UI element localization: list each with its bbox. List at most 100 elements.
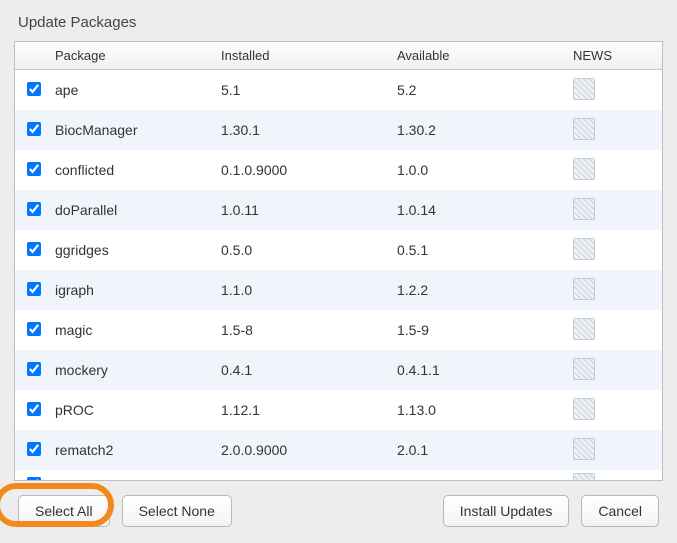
package-name: ggridges (53, 242, 221, 258)
installed-version: 2.0.0.9000 (221, 442, 397, 458)
installed-version: 1.5-8 (221, 322, 397, 338)
news-cell (573, 398, 662, 423)
package-name: magic (53, 322, 221, 338)
row-checkbox[interactable] (27, 362, 41, 376)
available-version: 0.4.1.1 (397, 362, 573, 378)
table-body: ape5.15.2BiocManager1.30.11.30.2conflict… (15, 70, 662, 480)
row-checkbox[interactable] (27, 402, 41, 416)
news-cell (573, 78, 662, 103)
row-checkbox-cell (15, 362, 53, 379)
news-icon[interactable] (573, 398, 595, 420)
row-checkbox-cell (15, 442, 53, 459)
package-name: BiocManager (53, 122, 221, 138)
row-checkbox-cell (15, 82, 53, 99)
available-version: 0.5.1 (397, 242, 573, 258)
installed-version: 5.1 (221, 82, 397, 98)
news-cell (573, 278, 662, 303)
table-row[interactable]: ape5.15.2 (15, 70, 662, 110)
table-row[interactable]: magic1.5-81.5-9 (15, 310, 662, 350)
available-version: 1.0.0 (397, 162, 573, 178)
cancel-button[interactable]: Cancel (581, 495, 659, 527)
package-name: mockery (53, 362, 221, 378)
installed-version: 1.0.11 (221, 202, 397, 218)
news-cell (573, 198, 662, 223)
select-none-button[interactable]: Select None (122, 495, 232, 527)
table-row[interactable]: doParallel1.0.111.0.14 (15, 190, 662, 230)
package-name: rematch2 (53, 442, 221, 458)
table-row[interactable]: rematch22.0.0.90002.0.1 (15, 430, 662, 470)
select-all-button[interactable]: Select All (18, 495, 110, 527)
installed-version: 0.4.1 (221, 362, 397, 378)
news-cell (573, 473, 662, 481)
table-row[interactable]: conflicted0.1.0.90001.0.0 (15, 150, 662, 190)
news-cell (573, 438, 662, 463)
row-checkbox[interactable] (27, 282, 41, 296)
table-header: Package Installed Available NEWS (15, 42, 662, 70)
installed-version: 1.30.1 (221, 122, 397, 138)
row-checkbox[interactable] (27, 442, 41, 456)
column-header-available[interactable]: Available (397, 48, 573, 63)
row-checkbox-cell (15, 477, 53, 481)
row-checkbox[interactable] (27, 162, 41, 176)
column-header-package[interactable]: Package (53, 48, 221, 63)
row-checkbox[interactable] (27, 82, 41, 96)
news-icon[interactable] (573, 358, 595, 380)
available-version: 1.2.2 (397, 282, 573, 298)
package-name: ape (53, 82, 221, 98)
column-header-news[interactable]: NEWS (573, 48, 662, 63)
row-checkbox-cell (15, 242, 53, 259)
news-icon[interactable] (573, 238, 595, 260)
package-table: Package Installed Available NEWS ape5.15… (14, 41, 663, 481)
news-cell (573, 238, 662, 263)
news-icon[interactable] (573, 473, 595, 481)
available-version: 1.5-9 (397, 322, 573, 338)
row-checkbox[interactable] (27, 322, 41, 336)
installed-version: 2.2-5.5 (221, 477, 397, 480)
news-icon[interactable] (573, 198, 595, 220)
row-checkbox-cell (15, 322, 53, 339)
available-version: 2.0.1 (397, 442, 573, 458)
news-icon[interactable] (573, 158, 595, 180)
row-checkbox-cell (15, 162, 53, 179)
row-checkbox[interactable] (27, 242, 41, 256)
installed-version: 0.1.0.9000 (221, 162, 397, 178)
package-name: igraph (53, 282, 221, 298)
news-icon[interactable] (573, 118, 595, 140)
available-version: 2.2-5.6 (397, 477, 573, 480)
table-row[interactable]: igraph1.1.01.2.2 (15, 270, 662, 310)
install-updates-button[interactable]: Install Updates (443, 495, 570, 527)
table-row[interactable]: ggridges0.5.00.5.1 (15, 230, 662, 270)
package-name: sm (53, 477, 221, 480)
news-cell (573, 358, 662, 383)
column-header-installed[interactable]: Installed (221, 48, 397, 63)
table-row[interactable]: BiocManager1.30.11.30.2 (15, 110, 662, 150)
news-icon[interactable] (573, 318, 595, 340)
button-bar: Select All Select None Install Updates C… (0, 481, 677, 543)
package-name: conflicted (53, 162, 221, 178)
installed-version: 1.1.0 (221, 282, 397, 298)
news-cell (573, 118, 662, 143)
news-icon[interactable] (573, 278, 595, 300)
package-name: pROC (53, 402, 221, 418)
update-packages-dialog: Update Packages Package Installed Availa… (0, 0, 677, 543)
row-checkbox[interactable] (27, 202, 41, 216)
installed-version: 1.12.1 (221, 402, 397, 418)
dialog-title: Update Packages (0, 0, 677, 41)
available-version: 1.13.0 (397, 402, 573, 418)
row-checkbox-cell (15, 282, 53, 299)
row-checkbox-cell (15, 202, 53, 219)
news-icon[interactable] (573, 78, 595, 100)
available-version: 1.0.14 (397, 202, 573, 218)
row-checkbox-cell (15, 122, 53, 139)
installed-version: 0.5.0 (221, 242, 397, 258)
row-checkbox-cell (15, 402, 53, 419)
available-version: 5.2 (397, 82, 573, 98)
table-row[interactable]: pROC1.12.11.13.0 (15, 390, 662, 430)
row-checkbox[interactable] (27, 477, 41, 481)
news-cell (573, 158, 662, 183)
news-icon[interactable] (573, 438, 595, 460)
package-name: doParallel (53, 202, 221, 218)
table-row[interactable]: mockery0.4.10.4.1.1 (15, 350, 662, 390)
row-checkbox[interactable] (27, 122, 41, 136)
table-row[interactable]: sm2.2-5.52.2-5.6 (15, 470, 662, 480)
